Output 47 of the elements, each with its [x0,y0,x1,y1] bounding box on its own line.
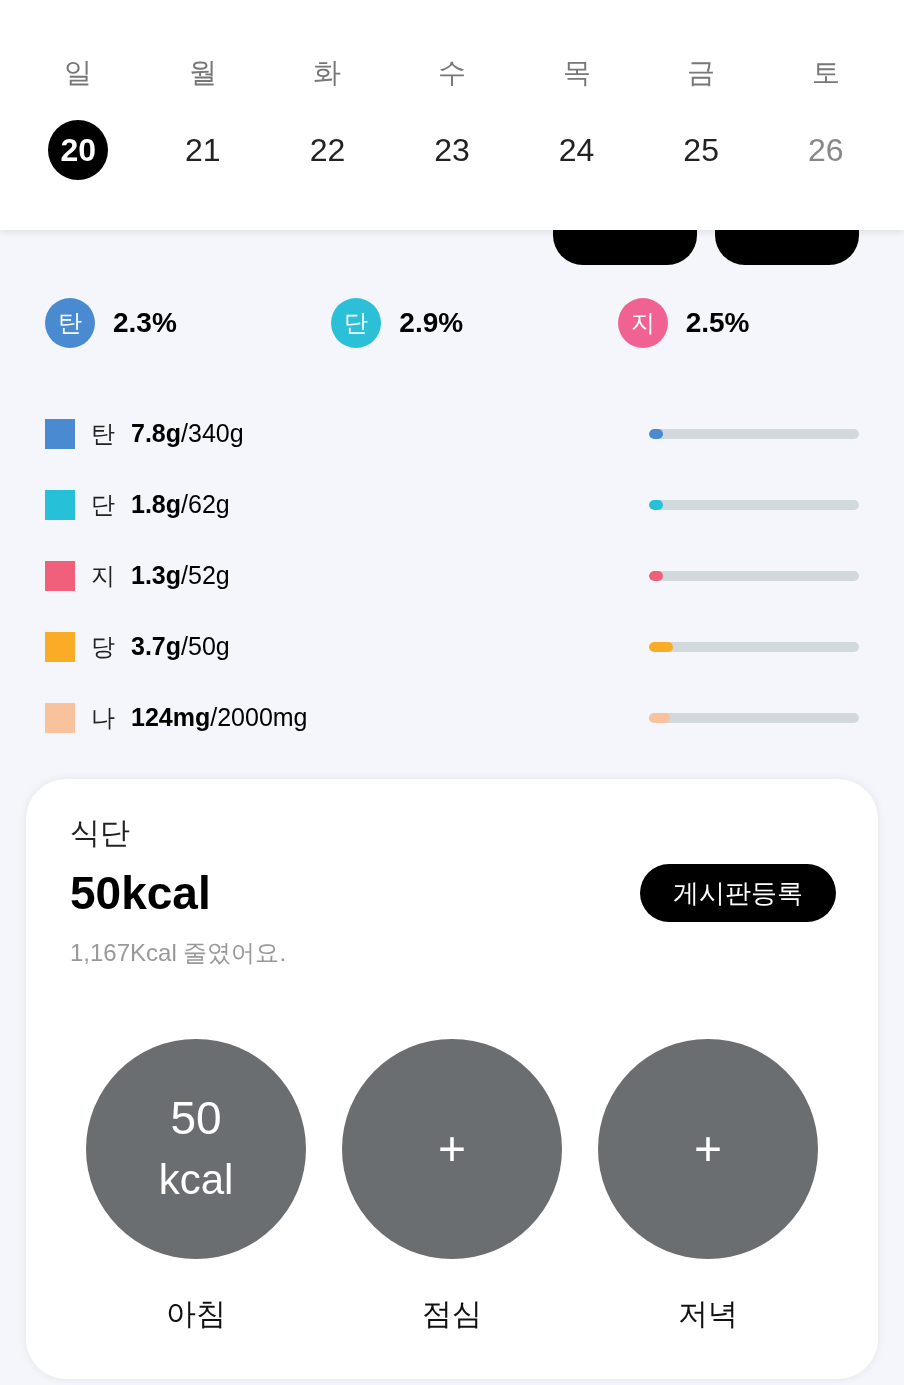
nutrient-label: 나 [91,703,115,733]
meal-label: 점심 [422,1296,482,1332]
calorie-note: 1,167Kcal 줄였어요. [70,938,288,968]
weekday-label: 금 [687,56,716,90]
date-item[interactable]: 24 [546,120,607,180]
nutrient-amount: 7.8g [131,418,182,450]
nutrient-amount: 1.3g [131,560,182,592]
nutrient-amount: 1.8g [131,489,182,521]
meal-calorie-button[interactable]: 50 kcal [86,1039,306,1259]
nutrient-badge: 탄 [45,298,95,348]
nutrient-goal: /50g [181,631,230,663]
pill-button[interactable] [715,230,859,265]
meal-label: 아침 [166,1296,226,1332]
weekday-label: 수 [438,56,466,90]
ratio-value: 2.3% [113,306,177,340]
meal-label: 저녁 [678,1296,738,1332]
date-item[interactable]: 25 [671,120,732,180]
date-item[interactable]: 21 [172,120,233,180]
nutrient-goal: /62g [181,489,230,521]
weekday-label: 화 [313,56,342,90]
weekday-label: 토 [811,56,840,90]
date-item[interactable]: 22 [297,120,358,180]
date-item[interactable]: 23 [422,120,482,180]
ratio-value: 2.9% [399,306,464,340]
weekday-label: 일 [64,56,93,90]
nutrient-goal: /2000mg [210,702,308,734]
nutrient-badge: 단 [331,298,382,348]
nutrient-amount: 124mg [131,702,211,734]
calorie-total: 50kcal [70,866,211,921]
card-title: 식단 [70,815,131,851]
add-meal-button[interactable]: + [598,1039,818,1259]
pill-button[interactable] [553,230,697,265]
weekday-label: 월 [188,56,217,90]
weekday-label: 목 [562,56,591,90]
nutrient-goal: /52g [181,560,230,592]
nutrient-badge: 지 [617,298,668,348]
ratio-value: 2.5% [685,306,750,340]
nutrient-label: 당 [91,632,115,662]
nutrient-label: 탄 [91,419,115,449]
nutrient-label: 지 [91,561,115,591]
add-meal-button[interactable]: + [342,1039,562,1259]
board-register-button[interactable]: 게시판등록 [640,864,836,922]
nutrient-amount: 3.7g [131,631,182,663]
date-item[interactable]: 26 [795,120,856,180]
date-item[interactable]: 20 [48,120,109,180]
nutrient-label: 단 [91,490,115,520]
nutrient-goal: /340g [181,418,244,450]
